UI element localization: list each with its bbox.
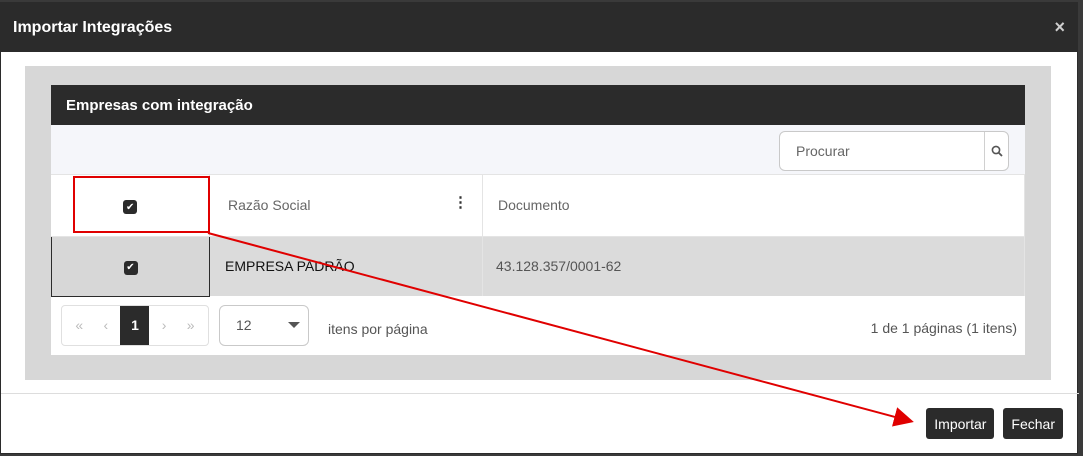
panel-title: Empresas com integração xyxy=(51,85,1025,125)
column-header-documento[interactable]: Documento xyxy=(482,175,1025,237)
previous-page-button[interactable]: ‹ xyxy=(94,317,118,333)
current-page-button[interactable]: 1 xyxy=(120,305,150,345)
page-info: 1 de 1 páginas (1 itens) xyxy=(870,319,1017,336)
close-button[interactable]: Fechar xyxy=(1003,408,1063,439)
next-page-button[interactable]: › xyxy=(152,317,176,333)
column-header-razao-social[interactable]: Razão Social ⋮ xyxy=(209,175,483,237)
chevron-down-icon xyxy=(288,322,300,328)
row-checkbox[interactable]: ✔ xyxy=(123,260,138,275)
page-size-value: 12 xyxy=(236,317,252,333)
per-page-label: itens por página xyxy=(328,320,428,337)
search-box[interactable]: Procurar xyxy=(779,131,1009,171)
column-menu-icon[interactable]: ⋮ xyxy=(453,195,468,210)
dialog-title: Importar Integrações xyxy=(13,18,173,36)
import-button[interactable]: Importar xyxy=(926,408,995,439)
row-razao-social: EMPRESA PADRÃO xyxy=(209,236,483,296)
first-page-button[interactable]: « xyxy=(67,317,91,333)
close-icon[interactable]: × xyxy=(1054,17,1065,38)
dialog-actions: Importar Fechar xyxy=(926,408,1063,439)
row-checkbox-cell[interactable]: ✔ xyxy=(51,235,210,297)
page-size-select[interactable]: 12 xyxy=(219,304,309,346)
last-page-button[interactable]: » xyxy=(179,317,203,333)
row-documento: 43.128.357/0001-62 xyxy=(482,236,1025,296)
search-icon[interactable] xyxy=(984,132,1008,170)
search-input[interactable]: Procurar xyxy=(780,143,984,159)
footer-divider xyxy=(1,393,1079,394)
table-row[interactable]: ✔ EMPRESA PADRÃO 43.128.357/0001-62 xyxy=(51,235,1025,297)
table-toolbar: Procurar xyxy=(51,125,1025,175)
annotation-highlight-box xyxy=(73,176,210,233)
pagination: « ‹ 1 › » xyxy=(61,304,209,346)
dialog-header: Importar Integrações × xyxy=(1,3,1077,52)
column-header-label: Razão Social xyxy=(228,197,311,214)
table-footer: « ‹ 1 › » 12 itens por página 1 de 1 pág… xyxy=(51,297,1025,355)
